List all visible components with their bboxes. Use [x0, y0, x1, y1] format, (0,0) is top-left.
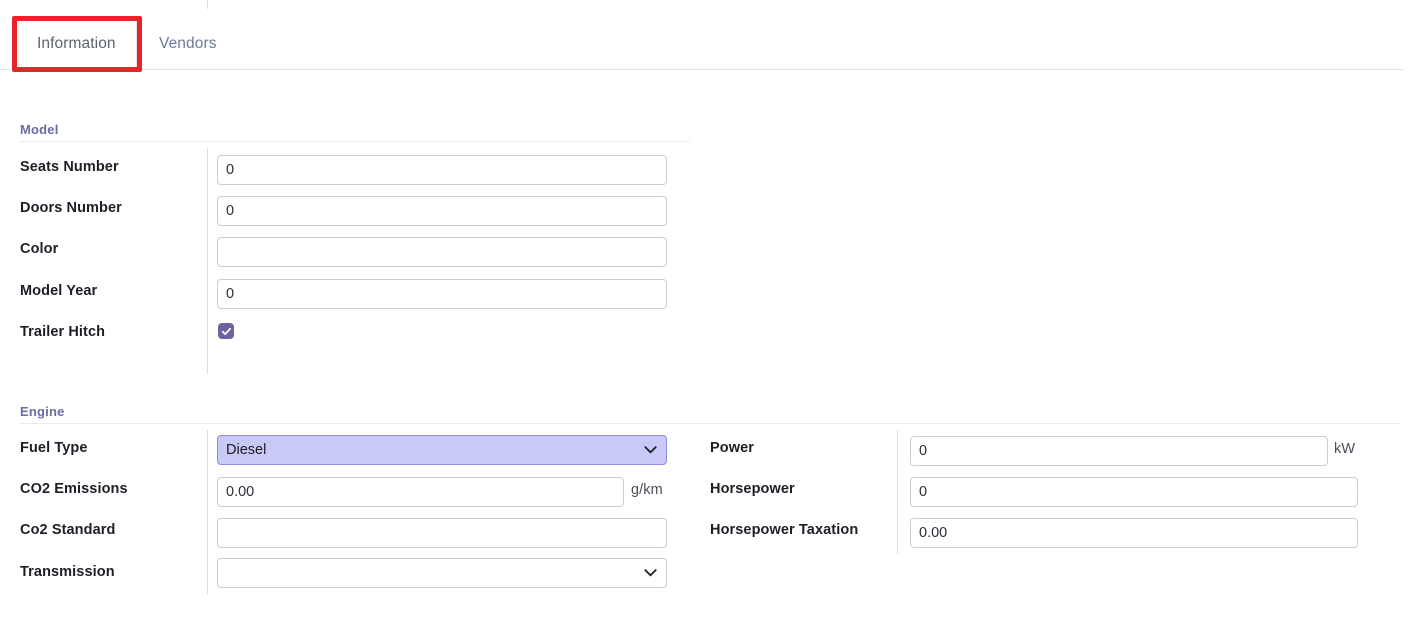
model-column-divider: [207, 148, 208, 374]
label-model-year: Model Year: [20, 283, 97, 299]
label-power: Power: [710, 440, 754, 456]
engine-left-column-divider: [207, 430, 208, 595]
label-transmission: Transmission: [20, 564, 115, 580]
label-co2-emissions: CO2 Emissions: [20, 481, 128, 497]
label-horsepower-taxation: Horsepower Taxation: [710, 522, 858, 538]
label-trailer-hitch: Trailer Hitch: [20, 324, 105, 340]
input-co2-standard[interactable]: [217, 518, 667, 548]
label-fuel-type: Fuel Type: [20, 440, 88, 456]
label-doors-number: Doors Number: [20, 200, 122, 216]
engine-right-column-divider: [897, 430, 898, 554]
label-co2-standard: Co2 Standard: [20, 522, 115, 538]
input-color[interactable]: [217, 237, 667, 267]
input-horsepower[interactable]: [910, 477, 1358, 507]
checkbox-trailer-hitch[interactable]: [218, 323, 234, 339]
group-rule-model: [20, 141, 690, 142]
select-fuel-type-wrapper: Diesel: [217, 435, 667, 465]
tab-vendors[interactable]: Vendors: [140, 18, 236, 69]
tab-bar-bottom-border: [0, 69, 1404, 70]
check-icon: [221, 326, 232, 337]
group-title-model: Model: [20, 122, 59, 137]
input-seats-number[interactable]: [217, 155, 667, 185]
input-horsepower-taxation[interactable]: [910, 518, 1358, 548]
input-model-year[interactable]: [217, 279, 667, 309]
tab-bar: Information Vendors: [0, 18, 1411, 70]
label-horsepower: Horsepower: [710, 481, 795, 497]
group-title-engine: Engine: [20, 404, 65, 419]
input-power[interactable]: [910, 436, 1328, 466]
input-co2-emissions[interactable]: [217, 477, 624, 507]
select-fuel-type[interactable]: Diesel: [217, 435, 667, 465]
select-transmission-wrapper: [217, 558, 667, 588]
top-divider-stub: [207, 0, 208, 9]
tab-information[interactable]: Information: [16, 18, 137, 69]
select-transmission[interactable]: [217, 558, 667, 588]
group-rule-engine: [20, 423, 1400, 424]
label-seats-number: Seats Number: [20, 159, 119, 175]
unit-co2-emissions: g/km: [631, 482, 663, 498]
label-color: Color: [20, 241, 58, 257]
unit-power: kW: [1334, 441, 1355, 457]
input-doors-number[interactable]: [217, 196, 667, 226]
tab-information-label: Information: [37, 35, 116, 53]
tab-vendors-label: Vendors: [159, 35, 217, 53]
